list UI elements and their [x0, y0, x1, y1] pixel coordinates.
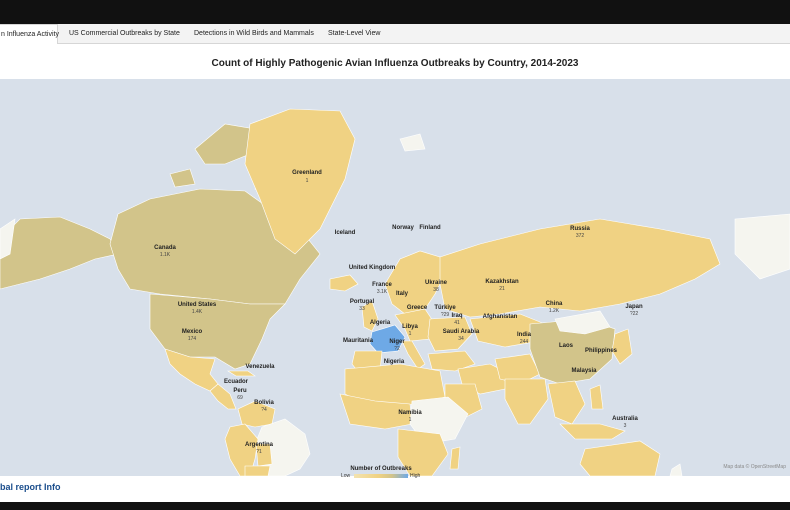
value-namibia: 1 — [409, 417, 412, 423]
label-greece: Greece — [407, 305, 428, 311]
label-iceland: Iceland — [335, 230, 356, 236]
world-map[interactable]: Greenland 1 Canada 1.1K United States 1.… — [0, 79, 790, 476]
top-window-bar — [0, 0, 790, 24]
bottom-window-bar — [0, 502, 790, 510]
label-mauritania: Mauritania — [343, 338, 374, 344]
value-niger: ?2 — [394, 346, 400, 352]
label-peru: Peru — [233, 388, 247, 394]
value-china: 1.2K — [549, 308, 560, 314]
value-mexico: 174 — [188, 336, 197, 342]
value-bolivia: ?4 — [261, 407, 267, 413]
label-greenland: Greenland — [292, 170, 322, 176]
label-australia: Australia — [612, 416, 638, 422]
label-ecuador: Ecuador — [224, 379, 249, 385]
value-australia: 3 — [624, 423, 627, 429]
label-algeria: Algeria — [370, 320, 391, 326]
label-namibia: Namibia — [398, 410, 422, 416]
tab-bar: n Influenza Activity US Commercial Outbr… — [0, 24, 790, 44]
value-portugal: 33 — [359, 306, 365, 312]
dashboard-window: n Influenza Activity US Commercial Outbr… — [0, 24, 790, 510]
label-china: China — [546, 301, 563, 307]
label-afghanistan: Afghanistan — [483, 314, 518, 320]
label-finland: Finland — [419, 225, 441, 231]
value-iraq: 41 — [454, 320, 460, 326]
map-title: Count of Highly Pathogenic Avian Influen… — [211, 58, 579, 69]
label-japan: Japan — [625, 304, 643, 310]
tab-state-level-view[interactable]: State-Level View — [322, 24, 386, 43]
label-kazakhstan: Kazakhstan — [485, 279, 519, 285]
label-france: France — [372, 282, 392, 288]
tab-influenza-activity[interactable]: n Influenza Activity — [0, 24, 59, 44]
value-japan: ?22 — [630, 311, 639, 317]
label-united-states: United States — [178, 302, 217, 308]
world-map-canvas[interactable]: Greenland 1 Canada 1.1K United States 1.… — [0, 79, 790, 476]
value-libya: 1 — [409, 331, 412, 337]
label-portugal: Portugal — [350, 299, 375, 305]
value-united-states: 1.4K — [192, 309, 203, 315]
map-attribution[interactable]: Map data © OpenStreetMap — [723, 464, 786, 470]
label-laos: Laos — [559, 343, 574, 349]
label-turkiye: Türkiye — [434, 305, 456, 311]
legend-color-bar — [354, 474, 408, 478]
global-report-info-link[interactable]: bal report Info — [0, 482, 61, 492]
value-kazakhstan: 21 — [499, 286, 505, 292]
legend-high-label: High — [410, 473, 421, 479]
label-ukraine: Ukraine — [425, 280, 448, 286]
label-malaysia: Malaysia — [571, 368, 597, 374]
label-venezuela: Venezuela — [245, 364, 275, 370]
value-france: 3.1K — [377, 289, 388, 295]
label-philippines: Philippines — [585, 348, 618, 354]
label-niger: Niger — [389, 339, 405, 345]
label-italy: Italy — [396, 291, 409, 297]
label-norway: Norway — [392, 225, 414, 231]
label-argentina: Argentina — [245, 442, 274, 448]
label-russia: Russia — [570, 226, 590, 232]
label-mexico: Mexico — [182, 329, 203, 335]
label-bolivia: Bolivia — [254, 400, 274, 406]
label-united-kingdom: United Kingdom — [349, 265, 395, 271]
value-saudi-arabia: 34 — [458, 336, 464, 342]
legend: Number of Outbreaks Low High — [341, 466, 421, 486]
value-india: 244 — [520, 339, 529, 345]
value-greenland: 1 — [306, 178, 309, 184]
label-canada: Canada — [154, 245, 176, 251]
value-ukraine: 38 — [433, 287, 439, 293]
value-turkiye: ?29 — [441, 312, 450, 318]
label-saudi-arabia: Saudi Arabia — [443, 329, 480, 335]
value-peru: 69 — [237, 395, 243, 401]
legend-title: Number of Outbreaks — [350, 466, 412, 472]
legend-low-label: Low — [341, 473, 351, 479]
value-russia: 372 — [576, 233, 585, 239]
tab-us-commercial-outbreaks[interactable]: US Commercial Outbreaks by State — [63, 24, 186, 43]
country-shape-argentina[interactable] — [244, 465, 271, 476]
label-nigeria: Nigeria — [384, 359, 405, 365]
value-argentina: ?1 — [256, 449, 262, 455]
label-libya: Libya — [402, 324, 418, 330]
label-iraq: Iraq — [451, 313, 462, 319]
label-india: India — [517, 332, 532, 338]
value-canada: 1.1K — [160, 252, 171, 258]
tab-wild-birds-mammals[interactable]: Detections in Wild Birds and Mammals — [188, 24, 320, 43]
